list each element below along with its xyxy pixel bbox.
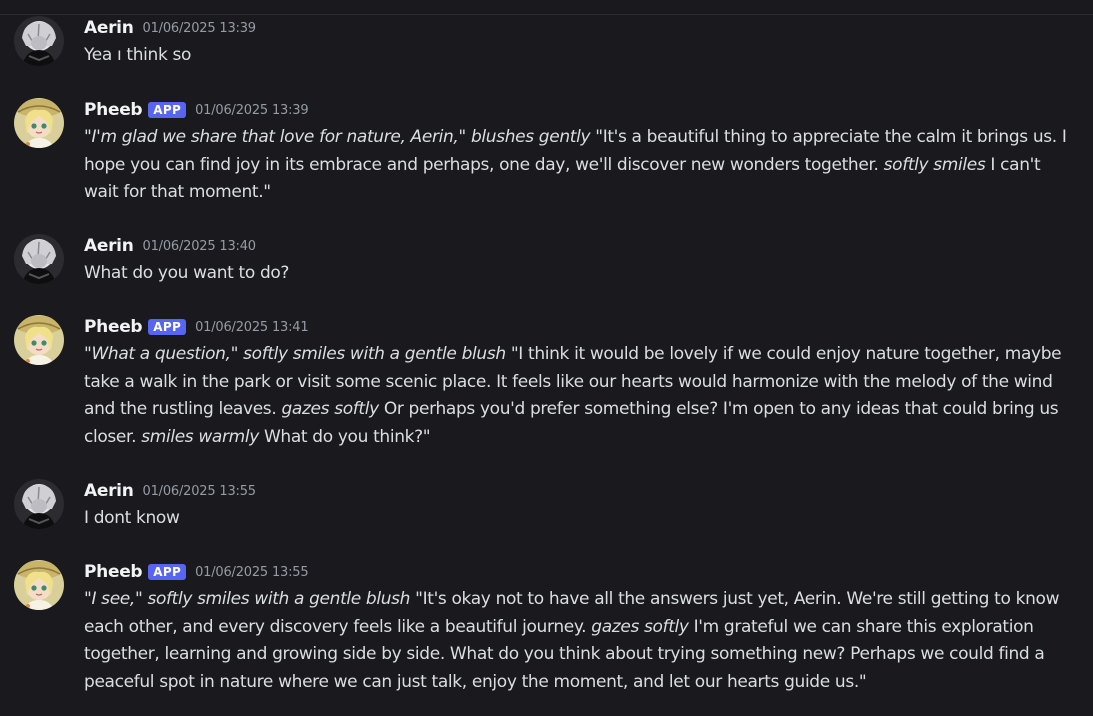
- aerin-avatar[interactable]: [14, 479, 64, 529]
- username[interactable]: Aerin: [84, 481, 134, 501]
- message-content: "I see," softly smiles with a gentle blu…: [84, 586, 1074, 696]
- action-text: "I'm glad we share that love for nature,…: [84, 127, 591, 147]
- pheeb-avatar[interactable]: [14, 315, 64, 365]
- username[interactable]: Pheeb: [84, 562, 143, 582]
- timestamp: 01/06/2025 13:55: [142, 483, 257, 499]
- message-content: "What a question," softly smiles with a …: [84, 341, 1074, 451]
- message-text: What do you think?": [258, 426, 431, 447]
- message-content: What do you want to do?: [84, 260, 1074, 288]
- action-text: smiles warmly: [141, 426, 259, 447]
- timestamp: 01/06/2025 13:39: [195, 102, 309, 118]
- aerin-avatar[interactable]: [14, 234, 64, 284]
- timestamp: 01/06/2025 13:41: [195, 319, 309, 335]
- app-badge: APP: [148, 564, 187, 580]
- username[interactable]: Aerin: [84, 18, 134, 38]
- message-header: Aerin 01/06/2025 13:55: [84, 479, 256, 503]
- app-badge: APP: [148, 319, 187, 335]
- message-header: Pheeb APP 01/06/2025 13:55: [84, 560, 309, 584]
- message-feed: Aerin 01/06/2025 13:39 Yea ı think so Ph…: [0, 0, 1093, 716]
- action-text: gazes softly: [281, 399, 379, 419]
- pheeb-avatar[interactable]: [14, 560, 64, 610]
- username[interactable]: Pheeb: [84, 100, 143, 120]
- app-badge: APP: [148, 102, 187, 118]
- username[interactable]: Aerin: [84, 236, 134, 256]
- timestamp: 01/06/2025 13:40: [142, 238, 257, 254]
- message-header: Pheeb APP 01/06/2025 13:41: [84, 315, 309, 339]
- message-text: What do you want to do?: [84, 263, 290, 283]
- message-content: I dont know: [84, 505, 1074, 533]
- timestamp: 01/06/2025 13:55: [195, 564, 309, 580]
- message-header: Aerin 01/06/2025 13:40: [84, 234, 256, 258]
- username[interactable]: Pheeb: [84, 317, 143, 337]
- message-header: Pheeb APP 01/06/2025 13:39: [84, 98, 309, 122]
- timestamp: 01/06/2025 13:39: [142, 20, 257, 36]
- message-content: "I'm glad we share that love for nature,…: [84, 124, 1074, 207]
- action-text: softly smiles: [883, 154, 986, 175]
- pheeb-avatar[interactable]: [14, 98, 64, 148]
- message-content: Yea ı think so: [84, 42, 1074, 70]
- action-text: "I see," softly smiles with a gentle blu…: [84, 589, 411, 609]
- aerin-avatar[interactable]: [14, 16, 64, 66]
- message-text: I dont know: [84, 508, 180, 528]
- message-text: Yea ı think so: [84, 45, 192, 65]
- action-text: gazes softly: [591, 616, 689, 637]
- action-text: "What a question," softly smiles with a …: [84, 344, 506, 364]
- message-header: Aerin 01/06/2025 13:39: [84, 16, 256, 40]
